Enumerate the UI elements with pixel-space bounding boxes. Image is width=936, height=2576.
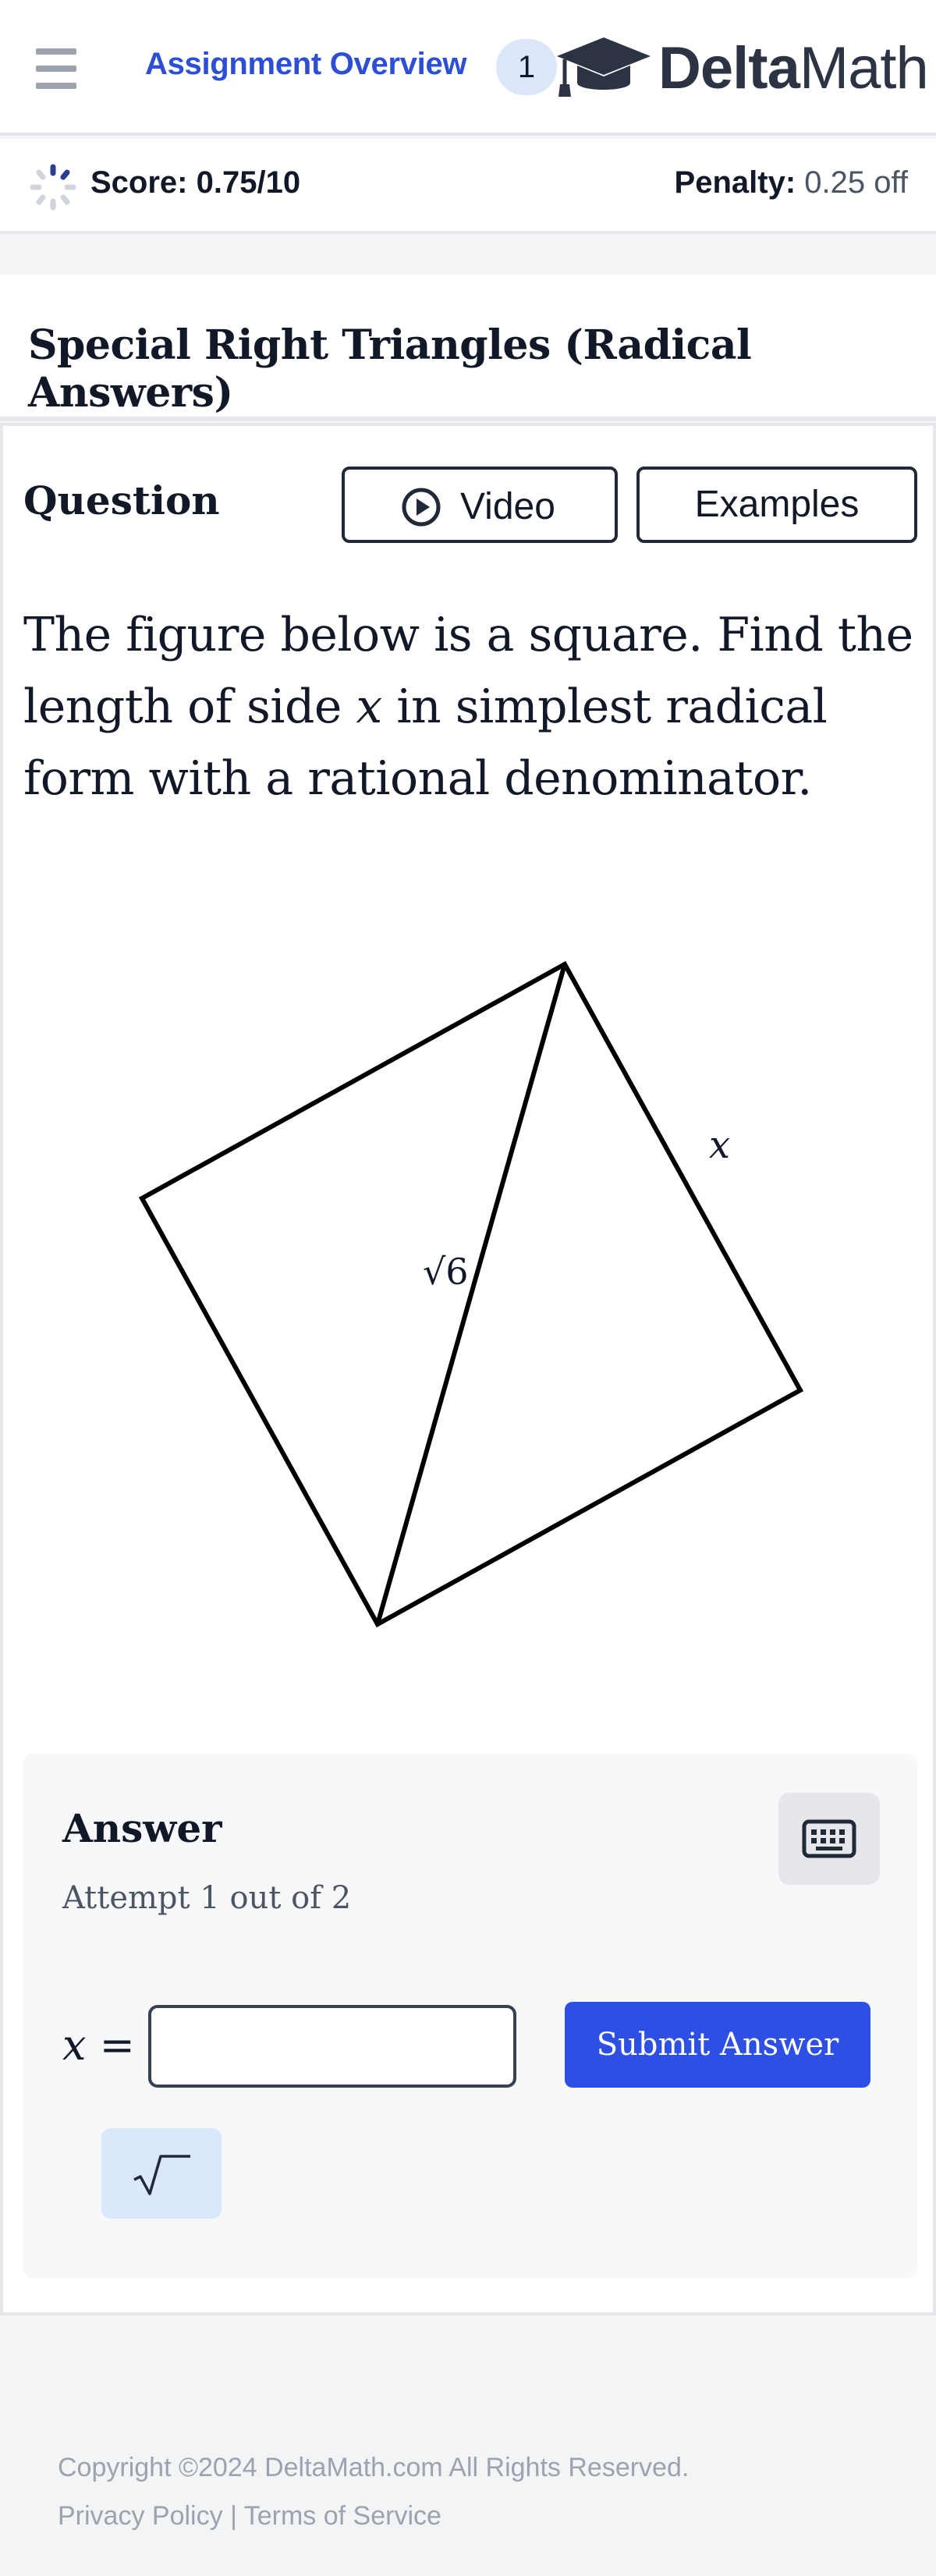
deltamath-logo[interactable]: DeltaMath: [555, 31, 929, 106]
assignment-count-badge: 1: [496, 39, 557, 95]
answer-equals: =: [99, 2021, 135, 2070]
answer-heading: Answer: [62, 1805, 222, 1851]
top-navbar: Assignment Overview 1 DeltaMath: [0, 0, 936, 136]
side-label: x: [709, 1123, 730, 1167]
logo-text-delta: Delta: [658, 35, 800, 101]
privacy-policy-link[interactable]: Privacy Policy: [58, 2501, 223, 2531]
attempt-counter: Attempt 1 out of 2: [62, 1880, 352, 1916]
terms-of-service-link[interactable]: Terms of Service: [244, 2501, 441, 2531]
problem-title: Special Right Triangles (Radical Answers…: [28, 321, 752, 417]
question-prompt: The figure below is a square. Find the l…: [23, 599, 920, 814]
problem-title-bar: Special Right Triangles (Radical Answers…: [0, 275, 936, 421]
answer-var: x: [62, 2021, 87, 2070]
penalty-text: Penalty: 0.25 off: [675, 165, 908, 200]
square-root-button[interactable]: [101, 2128, 222, 2219]
penalty-label: Penalty:: [674, 165, 796, 200]
square-diagonal: [375, 963, 567, 1625]
progress-ring-icon: [30, 164, 76, 211]
diagonal-label: √6: [423, 1251, 469, 1293]
question-card: Question Video Examples The figure below…: [0, 423, 936, 2315]
play-circle-icon: [402, 488, 441, 527]
graduation-cap-icon: [557, 37, 651, 97]
score-bar: Score: 0.75/10 Penalty: 0.25 off: [0, 139, 936, 234]
assignment-overview-link[interactable]: Assignment Overview: [145, 47, 467, 82]
video-button[interactable]: Video: [342, 467, 618, 543]
video-button-label: Video: [460, 486, 555, 527]
keyboard-icon: [802, 1819, 856, 1858]
prompt-variable: x: [356, 679, 382, 734]
copyright-text: Copyright ©2024 DeltaMath.com All Rights…: [58, 2453, 690, 2482]
answer-variable-label: x =: [62, 2021, 135, 2070]
question-heading: Question: [23, 477, 220, 523]
square-root-icon: [133, 2155, 190, 2195]
submit-answer-button[interactable]: Submit Answer: [565, 2002, 870, 2088]
penalty-value: 0.25 off: [804, 165, 908, 200]
logo-text-math: Math: [799, 35, 929, 101]
examples-button[interactable]: Examples: [636, 467, 917, 543]
score-text: Score: 0.75/10: [90, 165, 301, 200]
answer-input[interactable]: [148, 2005, 516, 2088]
keyboard-toggle-button[interactable]: [778, 1793, 880, 1885]
answer-panel: Answer Attempt 1 out of 2 x = Submit Ans…: [23, 1754, 917, 2278]
square-figure: √6 x: [138, 960, 804, 1627]
hamburger-menu-icon[interactable]: [36, 48, 80, 89]
footer-separator: |: [230, 2501, 237, 2531]
footer-links: Privacy Policy | Terms of Service: [58, 2492, 689, 2540]
footer: Copyright ©2024 DeltaMath.com All Rights…: [58, 2443, 689, 2540]
